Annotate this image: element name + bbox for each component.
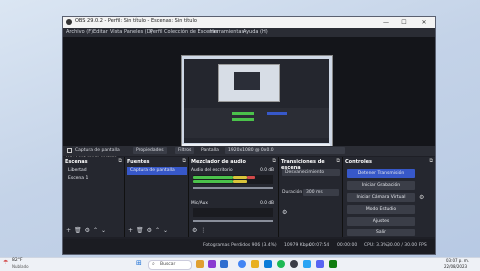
settings-button[interactable]: Ajustes <box>347 217 415 226</box>
start-recording-button[interactable]: Iniciar Grabación <box>347 181 415 190</box>
monitor-icon <box>67 148 72 153</box>
obs-logo-icon <box>66 19 72 25</box>
maximize-button[interactable]: ☐ <box>397 17 411 28</box>
dock-menu-icon[interactable]: ⧉ <box>272 158 276 164</box>
source-list: Captura de pantalla <box>127 167 187 175</box>
start-virtual-camera-button[interactable]: Iniciar Cámara Virtual <box>347 193 415 202</box>
search-box[interactable]: ⌕ Buscar <box>148 260 192 270</box>
close-button[interactable]: ✕ <box>417 17 431 28</box>
cpu-usage: CPU: 3.3%, <box>364 243 389 248</box>
scenes-dock: Escenas ⧉ Libertad Escena 1 +🗑⚙⌃⌄ <box>63 157 125 237</box>
obs-taskbar-icon[interactable] <box>290 260 298 268</box>
dock-menu-icon[interactable]: ⧉ <box>429 158 433 164</box>
menu-archivo[interactable]: Archivo (F) <box>66 29 93 35</box>
menu-paneles[interactable]: Paneles (D) <box>124 29 153 35</box>
search-label: Buscar <box>160 262 176 267</box>
folder-icon[interactable] <box>251 260 259 268</box>
mixer-toolbar[interactable]: ⚙⋮ <box>192 227 209 234</box>
properties-button[interactable]: Propiedades <box>133 147 167 154</box>
clock-date[interactable]: 22/08/2023 <box>444 264 467 269</box>
exit-button[interactable]: Salir <box>347 229 415 236</box>
source-toolbar: Captura de pantalla Propiedades Filtros … <box>63 146 435 156</box>
transition-toolbar[interactable]: +🗑⚙ <box>282 180 340 216</box>
taskbar-app-icon[interactable] <box>196 260 204 268</box>
scene-item[interactable]: Escena 1 <box>65 175 123 183</box>
edge-icon[interactable] <box>264 260 272 268</box>
menu-herramientas[interactable]: Herramientas <box>210 29 244 35</box>
selected-source-name: Captura de pantalla <box>75 147 120 153</box>
menu-ayuda[interactable]: Ayuda (H) <box>243 29 268 35</box>
taskbar-app-icon[interactable] <box>303 260 311 268</box>
duration-field[interactable]: 300 ms <box>303 189 339 196</box>
obs-window: OBS 29.0.2 - Perfil: Sin título - Escena… <box>62 16 436 255</box>
start-icon[interactable]: ⊞ <box>136 259 142 267</box>
taskbar-app-icon[interactable] <box>316 260 324 268</box>
menu-vista[interactable]: Vista <box>110 29 122 35</box>
live-time: 00:07:54 <box>309 243 330 248</box>
preview-canvas[interactable]: FPS: Capturando pantalla <box>63 37 435 160</box>
audio-meter <box>193 208 273 217</box>
studio-mode-button[interactable]: Modo Estudio <box>347 205 415 214</box>
status-bar: Fotogramas Perdidos 906 (3.4%) 10979 Kbp… <box>63 239 435 254</box>
title-bar: OBS 29.0.2 - Perfil: Sin título - Escena… <box>63 17 435 28</box>
channel-db: 0.0 dB <box>260 201 274 206</box>
scene-list: Libertad Escena 1 <box>65 167 123 183</box>
filters-button[interactable]: Filtros <box>175 147 195 154</box>
minimize-button[interactable]: — <box>379 17 393 28</box>
channel-name: Audio del escritorio <box>191 168 233 173</box>
menu-editar[interactable]: Editar <box>93 29 108 35</box>
sources-dock: Fuentes ⧉ Captura de pantalla +🗑⚙⌃⌄ <box>125 157 189 237</box>
transitions-dock: Transiciones de escena ⧉ Desvanecimiento… <box>279 157 343 237</box>
source-toolbar-buttons[interactable]: +🗑⚙⌃⌄ <box>128 227 171 234</box>
search-icon: ⌕ <box>152 261 155 267</box>
transition-select[interactable]: Desvanecimiento <box>282 169 340 176</box>
rec-time: 00:00:00 <box>337 243 358 248</box>
weather-temp: 82°F <box>12 258 23 263</box>
sources-title: Fuentes <box>127 159 150 165</box>
screen-label: Pantalla <box>201 147 219 153</box>
duration-label: Duración <box>282 190 303 195</box>
taskbar: ☂ 82°F Nublado ⊞ ⌕ Buscar 03:07 p. m. 22… <box>0 257 480 271</box>
dock-menu-icon[interactable]: ⧉ <box>118 158 122 164</box>
menu-bar: Archivo (F) Editar Vista Paneles (D) Per… <box>63 28 435 37</box>
volume-slider[interactable] <box>193 187 273 189</box>
captured-screen-preview <box>181 55 333 153</box>
window-title: OBS 29.0.2 - Perfil: Sin título - Escena… <box>75 18 197 24</box>
screen-select[interactable]: 1920x1080 @ 0x0.0 <box>225 147 345 154</box>
mixer-title: Mezclador de audio <box>191 159 246 165</box>
weather-icon[interactable]: ☂ <box>3 259 8 266</box>
fps: 30.00 / 30.00 FPS <box>387 243 427 248</box>
scenes-title: Escenas <box>65 159 88 165</box>
bitrate: 10979 Kbps <box>284 243 311 248</box>
dropped-frames: Fotogramas Perdidos 906 (3.4%) <box>203 243 277 248</box>
taskbar-app-icon[interactable] <box>277 260 285 268</box>
chrome-icon[interactable] <box>238 260 246 268</box>
source-item[interactable]: Captura de pantalla <box>127 167 187 175</box>
clock-time[interactable]: 03:07 p. m. <box>446 258 469 263</box>
scene-item[interactable]: Libertad <box>65 167 123 175</box>
dock-menu-icon[interactable]: ⧉ <box>182 158 186 164</box>
controls-dock: Controles ⧉ Detener Transmisión Iniciar … <box>343 157 435 237</box>
channel-db: 0.0 dB <box>260 168 274 173</box>
dock-menu-icon[interactable]: ⧉ <box>336 158 340 164</box>
taskbar-app-icon[interactable] <box>329 260 337 268</box>
channel-name: Mic/Aux <box>191 201 208 206</box>
stop-streaming-button[interactable]: Detener Transmisión <box>347 169 415 178</box>
menu-perfil[interactable]: Perfil <box>150 29 163 35</box>
scene-toolbar[interactable]: +🗑⚙⌃⌄ <box>66 227 109 234</box>
controls-title: Controles <box>345 159 373 165</box>
gear-icon[interactable]: ⚙ <box>419 194 424 201</box>
taskbar-app-icon[interactable] <box>220 260 228 268</box>
volume-slider[interactable] <box>193 220 273 222</box>
audio-mixer-dock: Mezclador de audio ⧉ Audio del escritori… <box>189 157 279 237</box>
taskbar-app-icon[interactable] <box>208 260 216 268</box>
audio-meter <box>193 175 273 184</box>
weather-desc: Nublado <box>12 264 29 269</box>
